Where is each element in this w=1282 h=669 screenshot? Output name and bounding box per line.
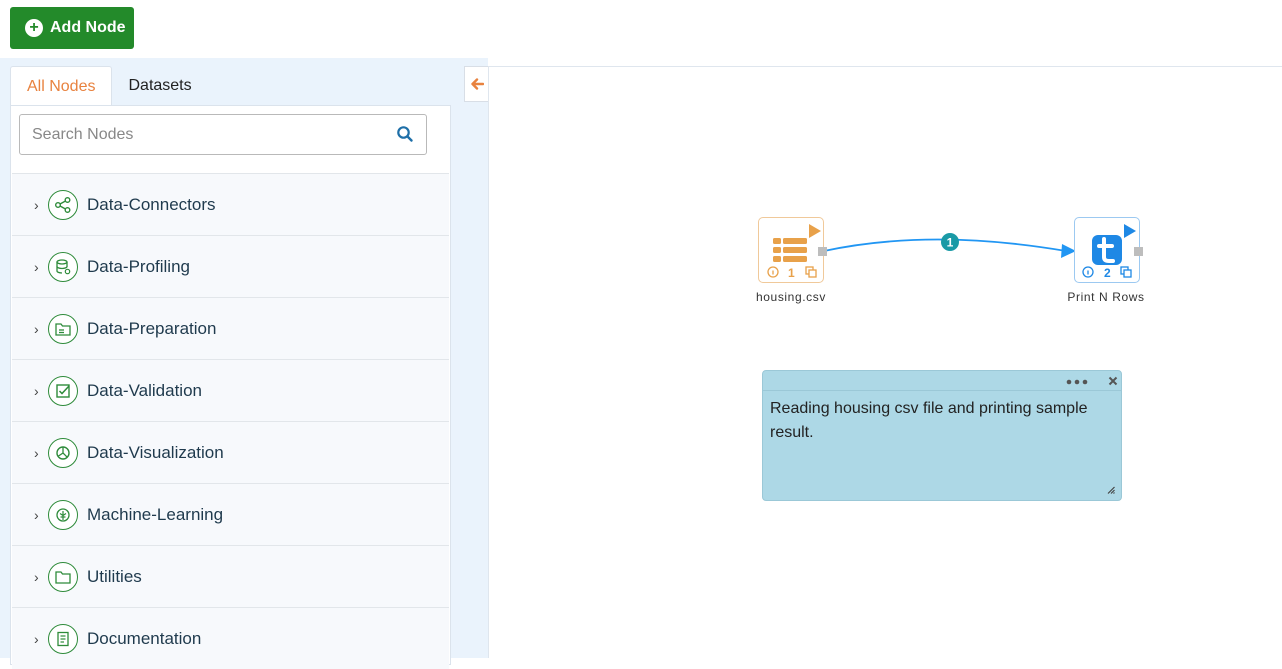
category-data-validation[interactable]: › Data-Validation [12,359,449,421]
top-toolbar: + Add Node [0,0,1282,58]
output-port[interactable] [1134,247,1143,256]
note-header[interactable] [763,371,1121,391]
add-node-button[interactable]: + Add Node [10,7,134,49]
category-label: Utilities [87,566,142,586]
search-input[interactable] [32,125,392,144]
chevron-right-icon: › [34,506,39,523]
document-icon [48,623,78,654]
category-label: Data-Visualization [87,442,224,462]
tab-all-nodes[interactable]: All Nodes [10,66,113,106]
category-utilities[interactable]: › Utilities [12,545,449,607]
plus-circle-icon: + [25,19,43,37]
more-options-icon[interactable] [1066,379,1088,385]
chevron-right-icon: › [34,258,39,275]
brain-icon [48,499,78,530]
sticky-note[interactable]: Reading housing csv file and printing sa… [762,370,1122,501]
check-square-icon [48,375,78,406]
chevron-right-icon: › [34,320,39,337]
category-label: Data-Connectors [87,194,216,214]
add-node-label: Add Node [50,19,126,36]
folder-icon [48,561,78,592]
tab-datasets[interactable]: Datasets [112,66,207,106]
node-number: 2 [1104,266,1111,280]
node-label: Print N Rows [1067,290,1145,304]
search-box [19,114,427,155]
output-port[interactable] [818,247,827,256]
node-label: housing.csv [756,290,826,304]
node-number: 1 [788,266,795,280]
palette-tabs: All Nodes Datasets [10,66,208,106]
category-machine-learning[interactable]: › Machine-Learning [12,483,449,545]
category-label: Documentation [87,628,202,648]
search-icon[interactable] [396,125,414,143]
note-text[interactable]: Reading housing csv file and printing sa… [763,391,1121,451]
chevron-right-icon: › [34,444,39,461]
node-housing-csv[interactable]: 1 [758,217,827,283]
category-label: Data-Profiling [87,256,190,276]
edge-badge-label: 1 [947,236,954,250]
category-data-profiling[interactable]: › Data-Profiling [12,235,449,297]
chevron-right-icon: › [34,382,39,399]
close-icon[interactable] [1108,376,1118,386]
node-palette-panel: All Nodes Datasets › Data-Connectors › [0,58,488,669]
share-icon [48,189,78,220]
category-label: Data-Validation [87,380,202,400]
chevron-right-icon: › [34,630,39,647]
category-list: › Data-Connectors › Data-Profiling › Dat… [12,173,449,669]
arrow-left-icon [471,78,484,90]
chevron-right-icon: › [34,196,39,213]
node-print-n-rows[interactable]: 2 [1074,217,1143,283]
category-label: Machine-Learning [87,504,224,524]
category-documentation[interactable]: › Documentation [12,607,449,669]
collapse-panel-button[interactable] [464,66,490,102]
pie-chart-icon [48,437,78,468]
category-data-connectors[interactable]: › Data-Connectors [12,173,449,235]
category-data-visualization[interactable]: › Data-Visualization [12,421,449,483]
resize-handle-icon[interactable] [1106,485,1115,494]
category-label: Data-Preparation [87,318,217,338]
workflow-edge[interactable]: 1 [820,225,1080,265]
folder-table-icon [48,313,78,344]
chevron-right-icon: › [34,568,39,585]
palette-body: › Data-Connectors › Data-Profiling › Dat… [10,105,451,669]
category-data-preparation[interactable]: › Data-Preparation [12,297,449,359]
database-icon [48,251,78,282]
workflow-canvas[interactable] [488,66,1282,658]
